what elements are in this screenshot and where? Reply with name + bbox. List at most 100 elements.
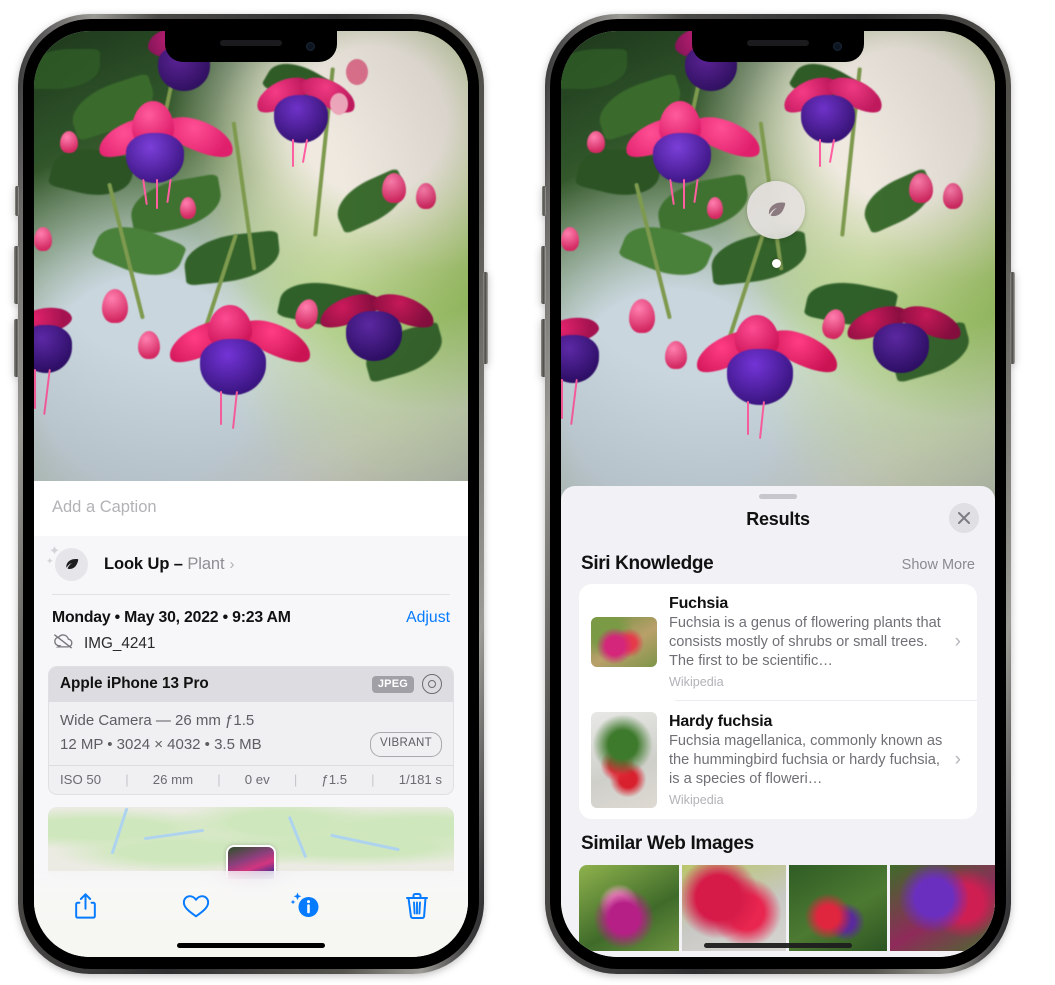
close-icon bbox=[958, 512, 970, 524]
photo-fuchsia[interactable] bbox=[34, 31, 468, 481]
sparkle-icon-small: ✦ bbox=[46, 556, 54, 566]
close-button[interactable] bbox=[949, 503, 979, 533]
earpiece-speaker bbox=[220, 40, 282, 46]
show-more-button[interactable]: Show More bbox=[902, 557, 975, 573]
favorite-button[interactable] bbox=[175, 887, 217, 925]
datetime-row: Monday • May 30, 2022 • 9:23 AM Adjust bbox=[34, 595, 468, 629]
knowledge-item-fuchsia[interactable]: Fuchsia Fuchsia is a genus of flowering … bbox=[579, 584, 977, 700]
iphone-right: Results Siri Knowledge Show More Fuchsia… bbox=[541, 14, 1015, 974]
visual-look-up-anchor-dot bbox=[772, 259, 781, 268]
specs-line: 12 MP • 3024 × 4032 • 3.5 MB bbox=[60, 736, 262, 754]
camera-card-header: Apple iPhone 13 Pro JPEG bbox=[49, 667, 453, 702]
exif-separator: | bbox=[371, 772, 375, 788]
leaf-icon bbox=[768, 202, 786, 217]
knowledge-body: Hardy fuchsia Fuchsia magellanica, commo… bbox=[669, 713, 943, 807]
camera-card-body: Wide Camera — 26 mm ƒ1.5 12 MP • 3024 × … bbox=[49, 702, 453, 765]
filename-row: IMG_4241 bbox=[34, 629, 468, 666]
exif-iso: ISO 50 bbox=[60, 772, 102, 788]
caption-input[interactable]: Add a Caption bbox=[52, 498, 450, 517]
chevron-right-icon: › bbox=[229, 555, 235, 573]
exif-separator: | bbox=[293, 772, 298, 788]
notch bbox=[692, 31, 864, 62]
location-map[interactable] bbox=[48, 807, 454, 880]
exif-ev: 0 ev bbox=[244, 772, 270, 788]
chevron-right-icon: › bbox=[954, 630, 961, 652]
similar-web-images-strip[interactable] bbox=[561, 864, 995, 951]
home-indicator[interactable] bbox=[177, 943, 325, 948]
exif-aperture: ƒ1.5 bbox=[321, 772, 348, 788]
device-bezel: Add a Caption ✦ ✦ Look Up – Plant › Mond… bbox=[23, 19, 479, 969]
device-bezel: Results Siri Knowledge Show More Fuchsia… bbox=[550, 19, 1006, 969]
exif-focal: 26 mm bbox=[152, 772, 194, 788]
camera-card-badges: JPEG bbox=[371, 674, 442, 694]
web-image-thumbnail-4[interactable] bbox=[890, 864, 995, 951]
photo-fuchsia[interactable] bbox=[561, 31, 995, 501]
volume-down-button[interactable] bbox=[541, 319, 546, 377]
knowledge-description: Fuchsia magellanica, commonly known as t… bbox=[669, 732, 943, 787]
screen-right: Results Siri Knowledge Show More Fuchsia… bbox=[561, 31, 995, 957]
knowledge-description: Fuchsia is a genus of flowering plants t… bbox=[669, 615, 941, 669]
results-sheet: Results Siri Knowledge Show More Fuchsia… bbox=[561, 486, 995, 957]
knowledge-source: Wikipedia bbox=[669, 674, 724, 689]
format-badge: JPEG bbox=[371, 675, 414, 693]
style-badge: VIBRANT bbox=[370, 732, 442, 758]
web-image-thumbnail-3[interactable] bbox=[789, 864, 887, 951]
look-up-label: Look Up – Plant › bbox=[104, 555, 234, 574]
exif-separator: | bbox=[217, 772, 221, 788]
siri-knowledge-card: Fuchsia Fuchsia is a genus of flowering … bbox=[579, 584, 977, 819]
photo-toolbar bbox=[34, 871, 468, 957]
home-indicator[interactable] bbox=[704, 943, 852, 948]
power-button[interactable] bbox=[1010, 272, 1015, 364]
camera-lens-icon bbox=[422, 674, 442, 694]
leaf-icon bbox=[55, 548, 88, 581]
mute-switch[interactable] bbox=[15, 186, 19, 216]
mute-switch[interactable] bbox=[542, 186, 546, 216]
knowledge-item-hardy-fuchsia[interactable]: Hardy fuchsia Fuchsia magellanica, commo… bbox=[579, 701, 977, 819]
knowledge-source: Wikipedia bbox=[669, 792, 724, 807]
look-up-subject: Plant bbox=[187, 554, 225, 573]
look-up-icon-wrap: ✦ ✦ bbox=[46, 543, 88, 582]
caption-row[interactable]: Add a Caption bbox=[34, 481, 468, 536]
chevron-right-icon: › bbox=[954, 748, 961, 770]
photo-info-sheet: Add a Caption ✦ ✦ Look Up – Plant › Mond… bbox=[34, 481, 468, 957]
web-image-thumbnail-1[interactable] bbox=[579, 864, 679, 951]
look-up-title: Look Up – bbox=[104, 554, 183, 573]
exif-row: ISO 50 | 26 mm | 0 ev | ƒ1.5 | 1/181 s bbox=[49, 765, 453, 794]
icloud-slash-icon bbox=[52, 633, 74, 654]
knowledge-title: Fuchsia bbox=[669, 595, 729, 612]
web-image-thumbnail-2[interactable] bbox=[682, 864, 786, 951]
info-button[interactable] bbox=[285, 887, 327, 925]
look-up-row[interactable]: ✦ ✦ Look Up – Plant › bbox=[34, 536, 468, 594]
volume-up-button[interactable] bbox=[14, 246, 19, 304]
knowledge-thumbnail bbox=[591, 616, 657, 667]
adjust-button[interactable]: Adjust bbox=[406, 609, 450, 627]
siri-knowledge-header: Siri Knowledge Show More bbox=[561, 539, 995, 584]
similar-web-images-title: Similar Web Images bbox=[581, 832, 754, 854]
volume-down-button[interactable] bbox=[14, 319, 19, 377]
camera-info-card: Apple iPhone 13 Pro JPEG Wide Camera — 2… bbox=[48, 666, 454, 796]
share-button[interactable] bbox=[64, 887, 106, 925]
specs-row: 12 MP • 3024 × 4032 • 3.5 MB VIBRANT bbox=[60, 732, 442, 758]
earpiece-speaker bbox=[747, 40, 809, 46]
results-title: Results bbox=[746, 508, 810, 529]
power-button[interactable] bbox=[483, 272, 488, 364]
knowledge-title: Hardy fuchsia bbox=[669, 712, 773, 730]
exif-separator: | bbox=[125, 772, 129, 788]
delete-button[interactable] bbox=[396, 887, 438, 925]
knowledge-body: Fuchsia Fuchsia is a genus of flowering … bbox=[669, 595, 943, 689]
camera-model: Apple iPhone 13 Pro bbox=[60, 675, 209, 692]
photo-filename: IMG_4241 bbox=[84, 634, 156, 652]
screen-left: Add a Caption ✦ ✦ Look Up – Plant › Mond… bbox=[34, 31, 468, 957]
photo-datetime: Monday • May 30, 2022 • 9:23 AM bbox=[52, 609, 291, 626]
siri-knowledge-title: Siri Knowledge bbox=[581, 553, 714, 574]
front-camera bbox=[833, 42, 842, 51]
notch bbox=[165, 31, 337, 62]
results-header: Results bbox=[561, 499, 995, 539]
volume-up-button[interactable] bbox=[541, 246, 546, 304]
similar-web-images-header: Similar Web Images bbox=[561, 819, 995, 859]
knowledge-thumbnail bbox=[591, 711, 657, 808]
iphone-left: Add a Caption ✦ ✦ Look Up – Plant › Mond… bbox=[14, 14, 488, 974]
lens-line: Wide Camera — 26 mm ƒ1.5 bbox=[60, 712, 255, 729]
visual-look-up-badge[interactable] bbox=[747, 181, 805, 239]
front-camera bbox=[306, 42, 315, 51]
